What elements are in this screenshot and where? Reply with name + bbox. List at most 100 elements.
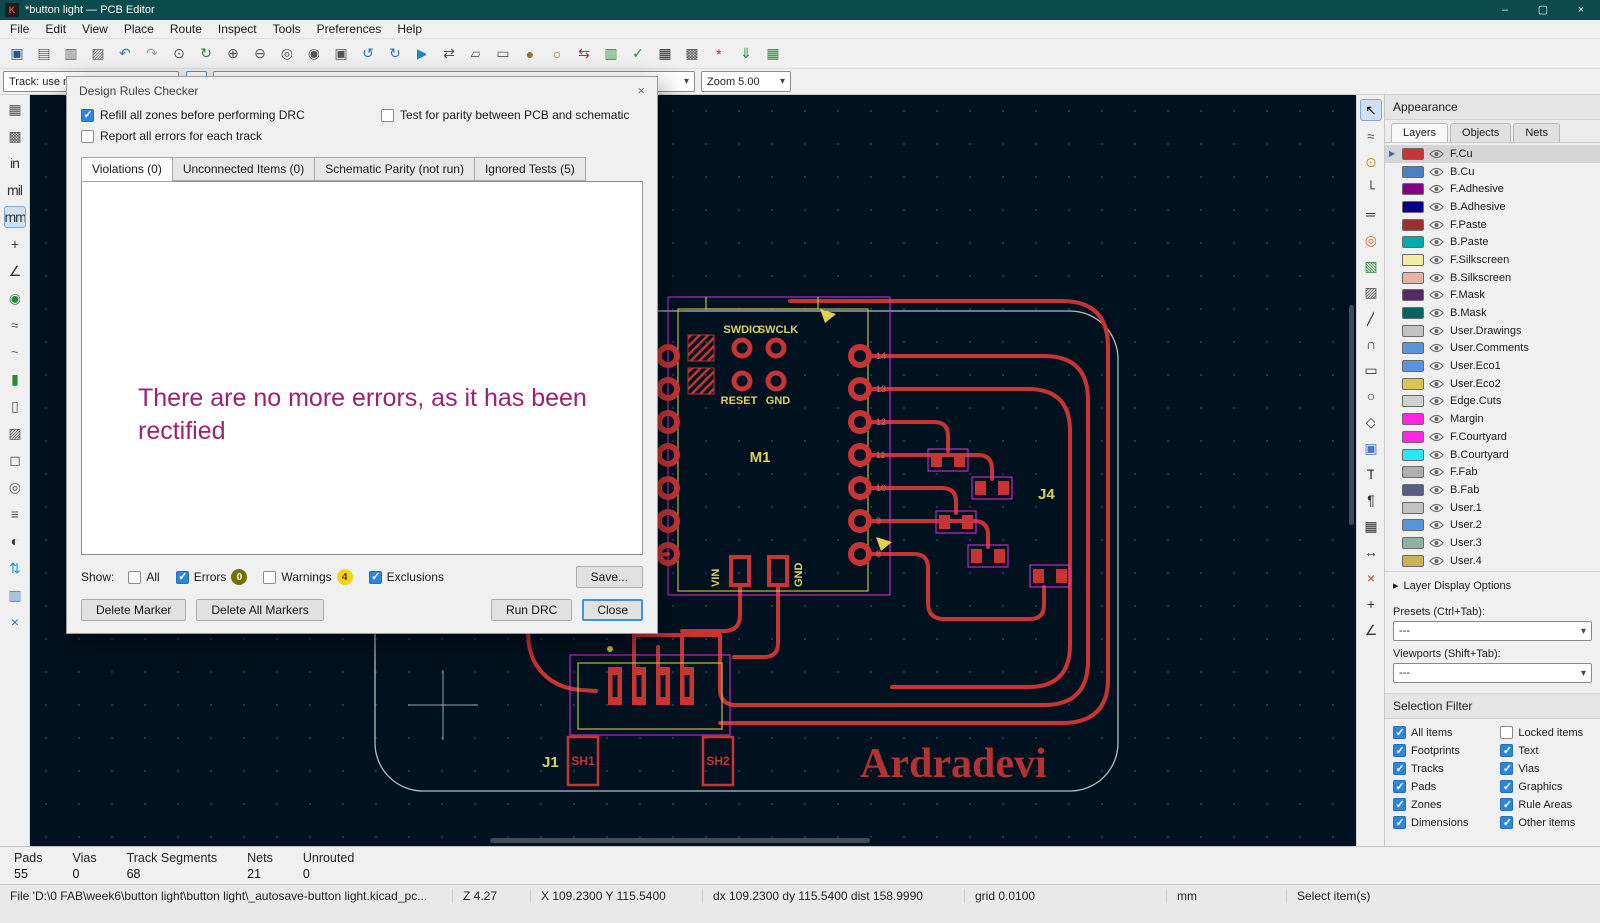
zoom-fit-icon[interactable]: ◎ xyxy=(275,42,298,65)
zoom-in-icon[interactable]: ⊕ xyxy=(221,42,244,65)
menu-file[interactable]: File xyxy=(2,22,37,36)
unit-mm-button[interactable]: mm xyxy=(3,206,26,228)
layer-row-f-adhesive[interactable]: ▶ F.Adhesive xyxy=(1385,180,1600,198)
checkbox[interactable] xyxy=(81,108,94,122)
checkbox[interactable] xyxy=(1500,762,1514,775)
ungroup-icon[interactable]: ▭ xyxy=(491,42,514,65)
line-tool-icon[interactable]: ╱ xyxy=(1360,307,1382,329)
checkbox[interactable] xyxy=(1500,726,1514,739)
delete-tool-icon[interactable]: × xyxy=(1360,567,1382,589)
menu-place[interactable]: Place xyxy=(116,22,162,36)
plot-icon[interactable]: ▨ xyxy=(86,42,109,65)
layer-row-user-1[interactable]: ▶ User.1 xyxy=(1385,499,1600,517)
checkbox[interactable] xyxy=(381,108,394,122)
rule-area-icon[interactable]: ▨ xyxy=(1360,281,1382,303)
visibility-eye-icon[interactable] xyxy=(1429,201,1445,212)
layer-color-swatch[interactable] xyxy=(1402,448,1424,461)
layer-row-margin[interactable]: ▶ Margin xyxy=(1385,410,1600,428)
visibility-eye-icon[interactable] xyxy=(1429,308,1445,319)
tab-ignored-tests[interactable]: Ignored Tests (5) xyxy=(473,157,586,181)
checkbox[interactable] xyxy=(1393,744,1406,757)
refresh-icon[interactable]: ↻ xyxy=(194,42,217,65)
menu-inspect[interactable]: Inspect xyxy=(210,22,265,36)
layer-color-swatch[interactable] xyxy=(1402,519,1424,532)
polygon-tool-icon[interactable]: ◇ xyxy=(1360,411,1382,433)
layer-row-f-fab[interactable]: ▶ F.Fab xyxy=(1385,463,1600,481)
checkbox[interactable] xyxy=(1393,798,1406,811)
layer-row-user-2[interactable]: ▶ User.2 xyxy=(1385,516,1600,534)
layer-color-swatch[interactable] xyxy=(1402,430,1424,443)
checkbox[interactable] xyxy=(1500,816,1514,829)
highlight-net-icon[interactable]: ⊙ xyxy=(1360,151,1382,173)
menu-route[interactable]: Route xyxy=(162,22,210,36)
layer-row-user-4[interactable]: ▶ User.4 xyxy=(1385,552,1600,570)
save-report-button[interactable]: Save... xyxy=(575,566,643,588)
flip-board-icon[interactable]: ⇅ xyxy=(4,557,26,579)
delete-all-markers-button[interactable]: Delete All Markers xyxy=(196,599,324,621)
tab-violations[interactable]: Violations (0) xyxy=(81,157,173,182)
scripting-console-icon[interactable]: × xyxy=(4,611,26,633)
appearance-tab-layers[interactable]: Layers xyxy=(1391,123,1449,142)
checkbox[interactable] xyxy=(1393,780,1406,793)
layers-manager-icon[interactable]: ▥ xyxy=(4,584,26,606)
route-tracks-icon[interactable]: └ xyxy=(1360,177,1382,199)
filter-other-items[interactable]: Other items xyxy=(1500,816,1592,829)
unlock-icon[interactable]: ○ xyxy=(545,42,568,65)
layer-row-b-fab[interactable]: ▶ B.Fab xyxy=(1385,481,1600,499)
zone-outline-icon[interactable]: ▯ xyxy=(4,395,26,417)
text-tool-icon[interactable]: T xyxy=(1360,463,1382,485)
polar-coords-icon[interactable]: ∠ xyxy=(4,260,26,282)
maximize-button[interactable]: ▢ xyxy=(1524,0,1562,20)
visibility-eye-icon[interactable] xyxy=(1429,414,1445,425)
visibility-eye-icon[interactable] xyxy=(1429,467,1445,478)
layer-color-swatch[interactable] xyxy=(1402,183,1424,196)
vias-outline-icon[interactable]: ◎ xyxy=(4,476,26,498)
layer-color-swatch[interactable] xyxy=(1402,324,1424,337)
group-icon[interactable]: ▱ xyxy=(464,42,487,65)
refill-zones-option[interactable]: Refill all zones before performing DRC xyxy=(81,108,381,122)
visibility-eye-icon[interactable] xyxy=(1429,184,1445,195)
net-inspector-icon[interactable]: ▦ xyxy=(653,42,676,65)
layer-color-swatch[interactable] xyxy=(1402,147,1424,160)
zoom-combo[interactable]: Zoom 5.00 ▾ xyxy=(701,71,791,92)
tracks-outline-icon[interactable]: ≡ xyxy=(4,503,26,525)
visibility-eye-icon[interactable] xyxy=(1429,396,1445,407)
layer-row-user-eco1[interactable]: ▶ User.Eco1 xyxy=(1385,357,1600,375)
circle-tool-icon[interactable]: ○ xyxy=(1360,385,1382,407)
visibility-eye-icon[interactable] xyxy=(1429,361,1445,372)
visibility-eye-icon[interactable] xyxy=(1429,272,1445,283)
layer-color-swatch[interactable] xyxy=(1402,307,1424,320)
viewports-combo[interactable]: --- ▾ xyxy=(1393,663,1592,683)
mirror-icon[interactable]: ⇄ xyxy=(437,42,460,65)
visibility-eye-icon[interactable] xyxy=(1429,378,1445,389)
checkbox[interactable] xyxy=(263,570,277,584)
undo-icon[interactable]: ↶ xyxy=(113,42,136,65)
checkbox[interactable] xyxy=(1500,744,1514,757)
layer-row-f-silkscreen[interactable]: ▶ F.Silkscreen xyxy=(1385,251,1600,269)
layer-color-swatch[interactable] xyxy=(1402,200,1424,213)
filter-tracks[interactable]: Tracks xyxy=(1393,762,1498,775)
add-zone-icon[interactable]: ▧ xyxy=(1360,255,1382,277)
vertical-scrollbar[interactable] xyxy=(1349,305,1354,525)
dimension-tool-icon[interactable]: ↔ xyxy=(1360,541,1382,563)
checkbox[interactable] xyxy=(1500,798,1514,811)
appearance-tab-objects[interactable]: Objects xyxy=(1450,123,1512,142)
textbox-tool-icon[interactable]: ¶ xyxy=(1360,489,1382,511)
magnetic-tracks-icon[interactable]: ≈ xyxy=(4,314,26,336)
layer-color-swatch[interactable] xyxy=(1402,218,1424,231)
layer-row-b-cu[interactable]: ▶ B.Cu xyxy=(1385,163,1600,181)
filter-all[interactable]: All xyxy=(128,570,160,584)
layer-color-swatch[interactable] xyxy=(1402,289,1424,302)
horizontal-scrollbar[interactable] xyxy=(490,838,870,843)
close-drc-button[interactable]: Close xyxy=(582,599,643,621)
layer-color-swatch[interactable] xyxy=(1402,360,1424,373)
delete-marker-button[interactable]: Delete Marker xyxy=(81,599,187,621)
layer-row-b-silkscreen[interactable]: ▶ B.Silkscreen xyxy=(1385,269,1600,287)
plugins-icon[interactable]: * xyxy=(707,42,730,65)
checkbox[interactable] xyxy=(1500,780,1514,793)
layer-row-b-courtyard[interactable]: ▶ B.Courtyard xyxy=(1385,446,1600,464)
layer-row-user-3[interactable]: ▶ User.3 xyxy=(1385,534,1600,552)
visibility-eye-icon[interactable] xyxy=(1429,520,1445,531)
visibility-eye-icon[interactable] xyxy=(1429,502,1445,513)
layer-row-f-mask[interactable]: ▶ F.Mask xyxy=(1385,287,1600,305)
